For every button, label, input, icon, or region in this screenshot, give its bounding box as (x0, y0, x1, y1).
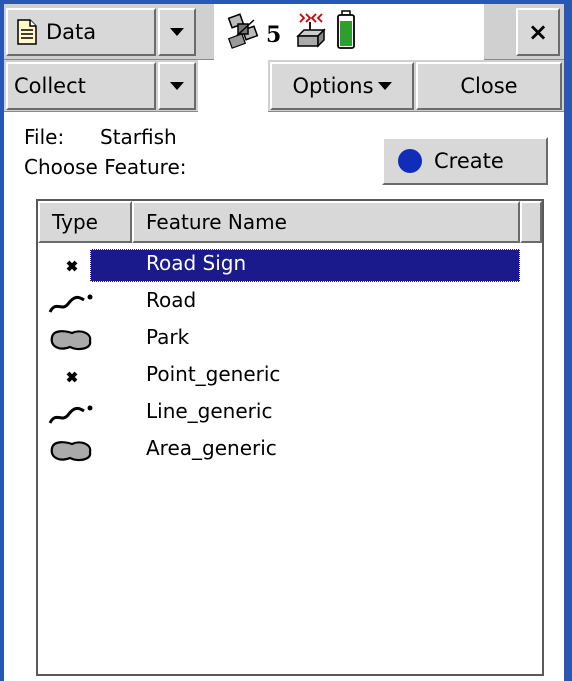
column-header-feature-name-label: Feature Name (146, 210, 287, 234)
app-menu-label: Data (46, 20, 97, 44)
point-icon (48, 362, 96, 392)
list-item[interactable]: Park (38, 321, 542, 358)
battery-icon (336, 10, 356, 55)
options-label: Options (292, 74, 374, 98)
list-header: Type Feature Name (38, 201, 542, 243)
title-bar: Data 5 × (4, 4, 564, 60)
create-dot-icon (398, 149, 422, 173)
list-item[interactable]: Road Sign (38, 247, 542, 284)
list-item[interactable]: Line_generic (38, 395, 542, 432)
close-button[interactable]: Close (416, 62, 562, 110)
feature-name: Road (146, 288, 197, 312)
chevron-down-icon (170, 82, 184, 90)
toolbar-spacer (198, 60, 268, 112)
collect-label: Collect (14, 74, 86, 98)
feature-name: Park (146, 325, 190, 349)
column-header-feature-name[interactable]: Feature Name (132, 201, 520, 243)
satellite-count: 5 (266, 22, 282, 48)
options-button[interactable]: Options (270, 62, 414, 110)
feature-name: Point_generic (146, 362, 281, 386)
choose-feature-label: Choose Feature: (24, 155, 187, 179)
feature-name: Line_generic (146, 399, 273, 423)
create-label: Create (434, 149, 504, 173)
column-header-filler (520, 201, 542, 243)
close-icon: × (527, 18, 549, 46)
line-icon (48, 399, 96, 429)
point-icon (48, 251, 96, 281)
collect-dropdown[interactable] (158, 62, 196, 110)
chevron-down-icon (377, 82, 392, 90)
app-menu-button[interactable]: Data (6, 8, 156, 56)
app-window: Data 5 × Collect Options Close File: Sta… (4, 4, 564, 681)
content-area: File: Starfish Choose Feature: Create Ty… (4, 113, 564, 681)
list-item[interactable]: Road (38, 284, 542, 321)
toolbar: Collect Options Close (4, 60, 564, 112)
feature-name: Road Sign (146, 251, 247, 275)
area-icon (48, 436, 96, 466)
create-button[interactable]: Create (382, 137, 548, 185)
feature-name: Area_generic (146, 436, 277, 460)
collect-button[interactable]: Collect (6, 62, 156, 110)
column-header-type-label: Type (52, 210, 98, 234)
column-header-type[interactable]: Type (38, 201, 132, 243)
list-item[interactable]: Area_generic (38, 432, 542, 469)
file-label: File: (24, 125, 65, 149)
document-icon (16, 19, 38, 45)
satellite-icon (226, 12, 262, 55)
chevron-down-icon (170, 28, 184, 36)
status-area: 5 (214, 4, 484, 60)
close-label: Close (460, 74, 518, 98)
list-item[interactable]: Point_generic (38, 358, 542, 395)
receiver-icon (294, 10, 330, 55)
file-value: Starfish (100, 125, 177, 149)
area-icon (48, 325, 96, 355)
feature-list[interactable]: Type Feature Name Road Sign Road Park Po… (36, 199, 544, 676)
window-close-button[interactable]: × (516, 8, 560, 56)
app-menu-dropdown[interactable] (158, 8, 196, 56)
line-icon (48, 288, 96, 318)
